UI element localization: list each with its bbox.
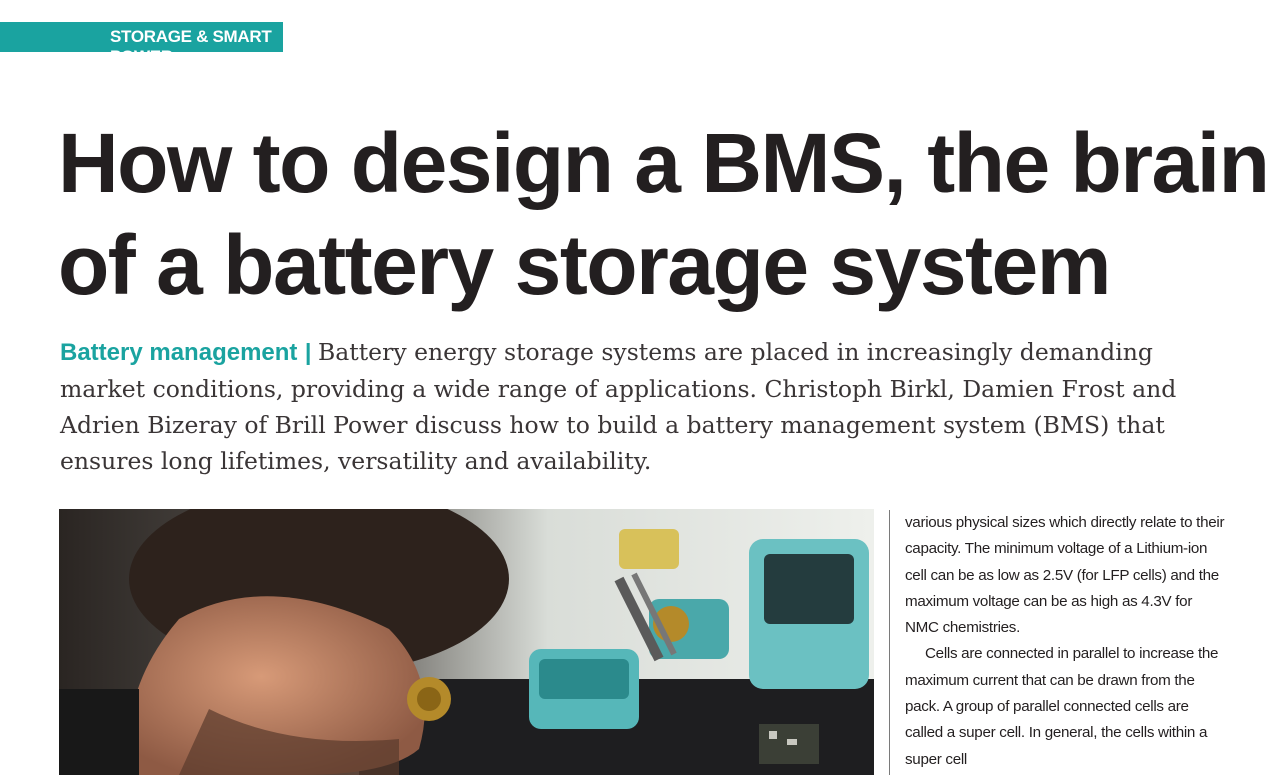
standfirst-separator: | <box>304 339 319 365</box>
body-paragraph-2: Cells are connected in parallel to incre… <box>905 645 1219 768</box>
section-tag-label: STORAGE & SMART POWER <box>110 27 272 66</box>
article-headline: How to design a BMS, the brain of a batt… <box>58 112 1270 316</box>
body-paragraph-1: various physical sizes which directly re… <box>905 514 1225 637</box>
headline-line-1: How to design a BMS, the brain <box>58 116 1270 210</box>
standfirst-kicker: Battery management <box>60 339 298 366</box>
body-column: various physical sizes which directly re… <box>905 510 1225 773</box>
section-tag: STORAGE & SMART POWER <box>0 22 283 66</box>
column-divider <box>889 510 890 775</box>
article-photo <box>59 509 874 775</box>
standfirst: Battery management | Battery energy stor… <box>60 334 1230 479</box>
headline-line-2: of a battery storage system <box>58 218 1111 312</box>
article-photo-illustration <box>59 509 874 775</box>
